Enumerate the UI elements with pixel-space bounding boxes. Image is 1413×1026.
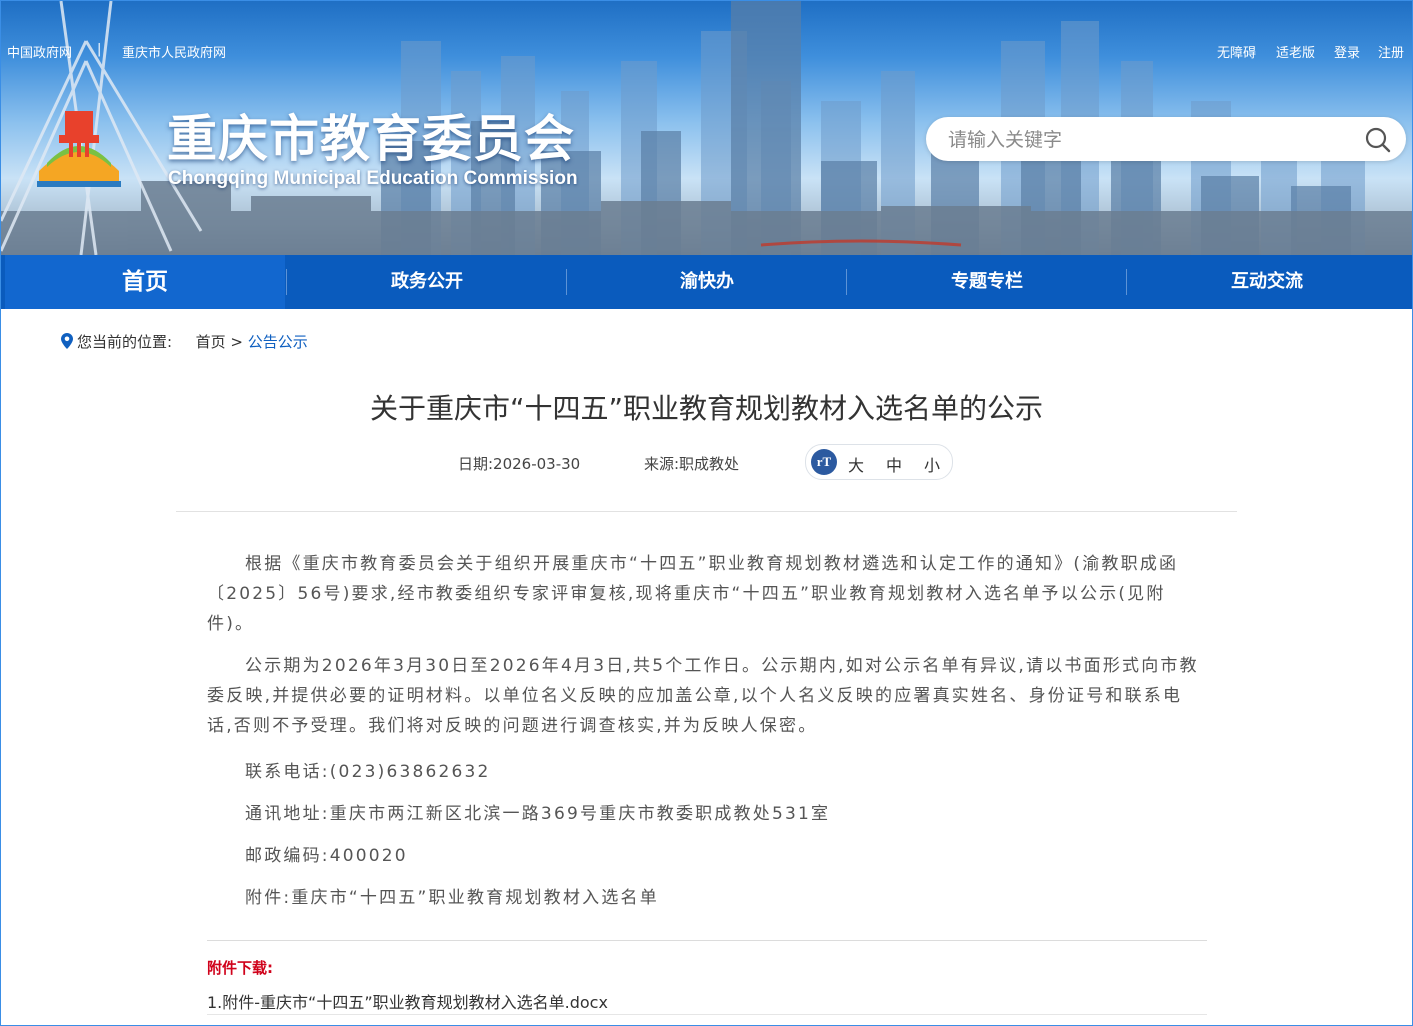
attachment-file-link[interactable]: 1.附件-重庆市“十四五”职业教育规划教材入选名单.docx (207, 989, 608, 1013)
top-link-separator: | (97, 42, 102, 57)
attachment-heading: 附件下载: (207, 959, 273, 977)
search-box (926, 117, 1406, 161)
font-size-medium[interactable]: 中 (886, 452, 902, 476)
main-nav: 首页 政务公开 渝快办 专题专栏 互动交流 (1, 255, 1412, 309)
article-source: 来源:职成教处 (644, 455, 740, 473)
top-link-gov-cn[interactable]: 中国政府网 (7, 42, 72, 61)
article-paragraph-2: 公示期为2026年3月30日至2026年4月3日,共5个工作日。公示期内,如对公… (207, 651, 1207, 741)
article-paragraph-1: 根据《重庆市教育委员会关于组织开展重庆市“十四五”职业教育规划教材遴选和认定工作… (207, 549, 1207, 639)
font-size-large[interactable]: 大 (848, 452, 864, 476)
article-title: 关于重庆市“十四五”职业教育规划教材入选名单的公示 (369, 392, 1043, 425)
attachment-bottom-divider (207, 1014, 1207, 1015)
breadcrumb-current[interactable]: 公告公示 (248, 333, 308, 351)
nav-item-interaction[interactable]: 互动交流 (1127, 255, 1407, 309)
postal-code: 邮政编码:400020 (245, 846, 408, 866)
paragraph-text: 根据《重庆市教育委员会关于组织开展重庆市“十四五”职业教育规划教材遴选和认定工作… (207, 554, 1179, 634)
top-link-accessibility[interactable]: 无障碍 (1217, 42, 1256, 61)
site-subtitle: Chongqing Municipal Education Commission (168, 168, 578, 189)
font-size-icon: rT (811, 449, 837, 475)
top-link-cq-gov[interactable]: 重庆市人民政府网 (122, 42, 226, 61)
attachment-divider (207, 940, 1207, 941)
font-size-small[interactable]: 小 (924, 452, 940, 476)
article-date: 日期:2026-03-30 (458, 455, 581, 473)
top-link-login[interactable]: 登录 (1334, 42, 1360, 61)
breadcrumb-home[interactable]: 首页 (196, 333, 226, 351)
nav-item-home[interactable]: 首页 (5, 255, 285, 309)
search-input[interactable] (946, 123, 1350, 157)
nav-item-gov-affairs[interactable]: 政务公开 (287, 255, 567, 309)
title-divider (176, 511, 1237, 512)
page-frame: 中国政府网 | 重庆市人民政府网 无障碍 适老版 登录 注册 重庆市教育委员会 … (0, 0, 1413, 1026)
attachment-note: 附件:重庆市“十四五”职业教育规划教材入选名单 (245, 888, 659, 908)
header-banner: 中国政府网 | 重庆市人民政府网 无障碍 适老版 登录 注册 重庆市教育委员会 … (1, 1, 1412, 255)
paragraph-text: 公示期为2026年3月30日至2026年4月3日,共5个工作日。公示期内,如对公… (207, 656, 1199, 736)
site-title[interactable]: 重庆市教育委员会 (167, 99, 575, 171)
nav-item-yukuaiban[interactable]: 渝快办 (567, 255, 847, 309)
breadcrumb-label: 您当前的位置: (77, 333, 173, 351)
font-size-switcher: rT 大 中 小 (805, 444, 953, 480)
nav-item-topics[interactable]: 专题专栏 (847, 255, 1127, 309)
top-link-elderly-mode[interactable]: 适老版 (1276, 42, 1315, 61)
breadcrumb: 您当前的位置: 首页 > 公告公示 (61, 331, 308, 352)
breadcrumb-separator: > (230, 333, 243, 351)
location-pin-icon (61, 333, 73, 349)
top-link-register[interactable]: 注册 (1378, 42, 1404, 61)
commission-logo (37, 111, 121, 187)
search-icon[interactable] (1364, 126, 1392, 154)
contact-phone: 联系电话:(023)63862632 (245, 762, 491, 782)
contact-address: 通讯地址:重庆市两江新区北滨一路369号重庆市教委职成教处531室 (245, 804, 831, 824)
